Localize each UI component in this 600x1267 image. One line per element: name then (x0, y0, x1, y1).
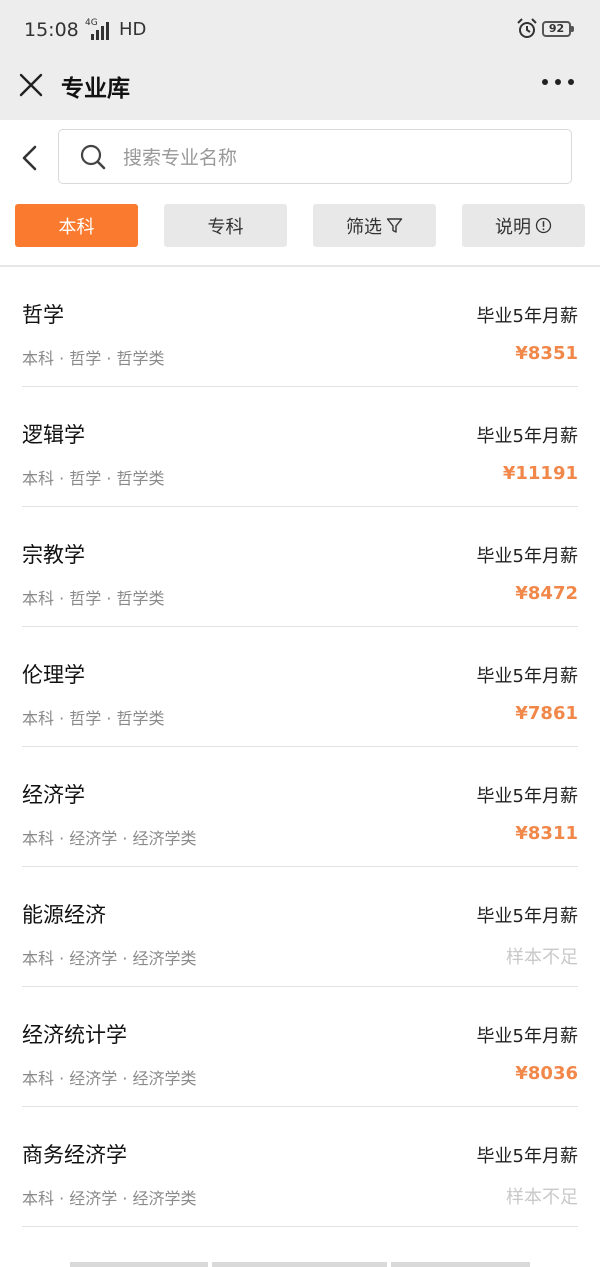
list-item[interactable]: 经济学 本科 · 经济学 · 经济学类 毕业5年月薪 ¥8311 (0, 747, 600, 867)
tab-label: 专科 (207, 216, 244, 238)
salary-label: 毕业5年月薪 (476, 786, 578, 807)
close-icon[interactable] (17, 71, 45, 99)
salary-value: 样本不足 (506, 1187, 578, 1208)
list-item[interactable]: 能源经济 本科 · 经济学 · 经济学类 毕业5年月薪 样本不足 (0, 867, 600, 987)
alarm-icon (517, 18, 537, 38)
major-category: 本科 · 哲学 · 哲学类 (22, 349, 165, 368)
salary-label: 毕业5年月薪 (476, 1146, 578, 1167)
network-generation: 4G (85, 18, 98, 28)
filter-row: 本科 专科 筛选 说明 (0, 196, 600, 266)
status-bar: 15:08 4G HD 92 (0, 0, 600, 60)
salary-value: ¥7861 (515, 703, 578, 724)
major-category: 本科 · 经济学 · 经济学类 (22, 1189, 197, 1208)
help-label: 说明 (495, 216, 531, 238)
title-bar: 专业库 (0, 60, 600, 120)
salary-label: 毕业5年月薪 (476, 426, 578, 447)
salary-value: ¥11191 (502, 463, 578, 484)
search-row: 搜索专业名称 (0, 120, 600, 196)
list-item[interactable]: 逻辑学 本科 · 哲学 · 哲学类 毕业5年月薪 ¥11191 (0, 387, 600, 507)
major-category: 本科 · 哲学 · 哲学类 (22, 709, 165, 728)
info-icon (535, 217, 552, 234)
list-item[interactable]: 宗教学 本科 · 哲学 · 哲学类 毕业5年月薪 ¥8472 (0, 507, 600, 627)
help-button[interactable]: 说明 (462, 204, 585, 247)
major-name: 经济学 (22, 783, 85, 807)
bottom-tab[interactable] (212, 1262, 387, 1267)
tab-label: 本科 (58, 216, 95, 238)
major-category: 本科 · 经济学 · 经济学类 (22, 829, 197, 848)
major-name: 能源经济 (22, 903, 106, 927)
funnel-icon (386, 218, 403, 233)
search-icon (80, 144, 106, 170)
list-item[interactable]: 经济统计学 本科 · 经济学 · 经济学类 毕业5年月薪 ¥8036 (0, 987, 600, 1107)
back-icon[interactable] (17, 143, 43, 173)
list-item[interactable]: 伦理学 本科 · 哲学 · 哲学类 毕业5年月薪 ¥7861 (0, 627, 600, 747)
major-name: 宗教学 (22, 543, 85, 567)
list-item[interactable]: 哲学 本科 · 哲学 · 哲学类 毕业5年月薪 ¥8351 (0, 267, 600, 387)
major-name: 逻辑学 (22, 423, 85, 447)
bottom-tab[interactable] (391, 1262, 530, 1267)
salary-value: ¥8311 (515, 823, 578, 844)
more-icon[interactable] (542, 70, 574, 94)
major-name: 经济统计学 (22, 1023, 127, 1047)
salary-label: 毕业5年月薪 (476, 546, 578, 567)
battery-icon: 92 (542, 21, 574, 37)
list-item[interactable]: 商务经济学 本科 · 经济学 · 经济学类 毕业5年月薪 样本不足 (0, 1107, 600, 1227)
search-input[interactable]: 搜索专业名称 (58, 129, 572, 184)
salary-label: 毕业5年月薪 (476, 1026, 578, 1047)
major-category: 本科 · 哲学 · 哲学类 (22, 589, 165, 608)
major-category: 本科 · 哲学 · 哲学类 (22, 469, 165, 488)
page-title: 专业库 (61, 76, 130, 102)
bottom-tab-bar (0, 1262, 600, 1267)
salary-value: ¥8472 (515, 583, 578, 604)
salary-label: 毕业5年月薪 (476, 906, 578, 927)
salary-value: 样本不足 (506, 947, 578, 968)
salary-value: ¥8351 (515, 343, 578, 364)
filter-button[interactable]: 筛选 (313, 204, 436, 247)
major-category: 本科 · 经济学 · 经济学类 (22, 949, 197, 968)
bottom-tab[interactable] (70, 1262, 208, 1267)
divider (22, 1226, 578, 1227)
major-list: 哲学 本科 · 哲学 · 哲学类 毕业5年月薪 ¥8351 逻辑学 本科 · 哲… (0, 267, 600, 1227)
salary-label: 毕业5年月薪 (476, 666, 578, 687)
signal-icon: 4G (83, 18, 109, 40)
major-name: 伦理学 (22, 663, 85, 687)
filter-label: 筛选 (346, 216, 382, 238)
tab-undergraduate[interactable]: 本科 (15, 204, 138, 247)
major-name: 商务经济学 (22, 1143, 127, 1167)
tab-junior-college[interactable]: 专科 (164, 204, 287, 247)
salary-label: 毕业5年月薪 (476, 306, 578, 327)
major-category: 本科 · 经济学 · 经济学类 (22, 1069, 197, 1088)
major-name: 哲学 (22, 303, 64, 327)
search-placeholder: 搜索专业名称 (123, 147, 238, 169)
salary-value: ¥8036 (515, 1063, 578, 1084)
status-time: 15:08 (24, 19, 79, 41)
network-type: HD (119, 19, 147, 40)
